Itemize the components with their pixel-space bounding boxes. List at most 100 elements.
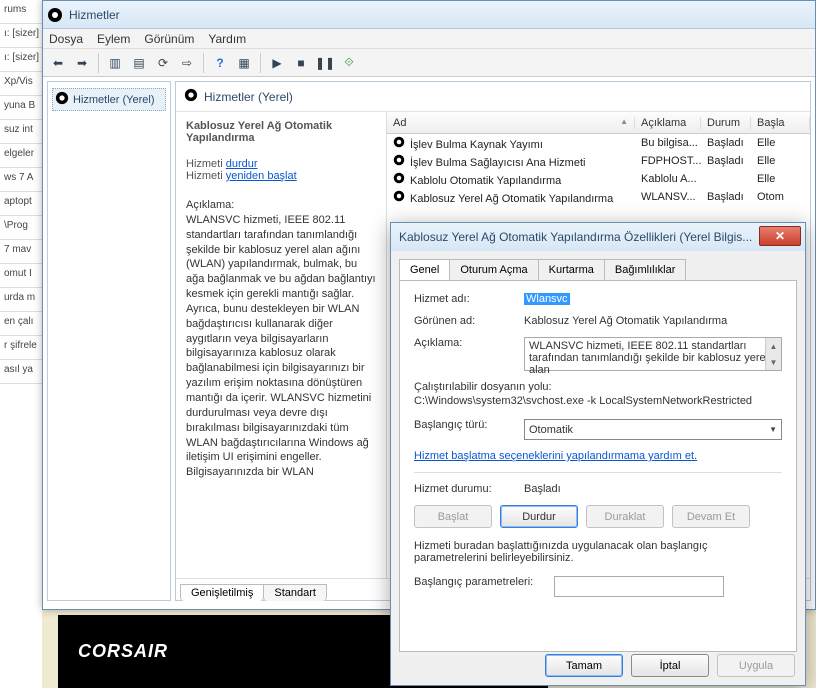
tab-standard[interactable]: Standart <box>263 584 327 601</box>
description-text: WLANSVC hizmeti, IEEE 802.11 standartlar… <box>186 213 376 480</box>
forward-button[interactable]: ➡ <box>71 52 93 74</box>
value-service-status: Başladı <box>524 483 782 495</box>
tab-general[interactable]: Genel <box>399 259 450 280</box>
stop-button[interactable]: ■ <box>290 52 312 74</box>
params-hint: Hizmeti buradan başlattığınızda uygulana… <box>414 540 782 564</box>
bg-link[interactable]: 7 mav <box>0 240 42 264</box>
bg-link[interactable]: urda m <box>0 288 42 312</box>
tab-extended[interactable]: Genişletilmiş <box>180 584 264 601</box>
pause-button[interactable]: ❚❚ <box>314 52 336 74</box>
col-name[interactable]: Ad ▲ <box>387 117 635 129</box>
label-start-params: Başlangıç parametreleri: <box>414 576 554 588</box>
start-params-input[interactable] <box>554 576 724 597</box>
services-app-icon <box>47 7 63 23</box>
label-service-name: Hizmet adı: <box>414 293 524 305</box>
bg-link[interactable]: \Prog <box>0 216 42 240</box>
properties-button[interactable]: ▤ <box>128 52 150 74</box>
dialog-titlebar[interactable]: Kablosuz Yerel Ağ Otomatik Yapılandırma … <box>391 223 805 251</box>
tab-dependencies[interactable]: Bağımlılıklar <box>604 259 687 280</box>
restart-link[interactable]: yeniden başlat <box>226 170 297 182</box>
label-startup-type: Başlangıç türü: <box>414 419 524 431</box>
detail-title: Hizmetler (Yerel) <box>204 90 293 104</box>
help-button[interactable]: ? <box>209 52 231 74</box>
bg-link[interactable]: ı: [sizer] <box>0 24 42 48</box>
bg-link[interactable]: yuna B <box>0 96 42 120</box>
sort-indicator-icon: ▲ <box>620 117 628 126</box>
bg-link[interactable]: en çalı <box>0 312 42 336</box>
gear-icon <box>55 91 69 108</box>
scroll-down-icon[interactable]: ▼ <box>765 354 781 370</box>
description-textarea[interactable]: WLANSVC hizmeti, IEEE 802.11 standartlar… <box>524 337 782 371</box>
services-tree-pane: Hizmetler (Yerel) <box>47 81 171 601</box>
resume-button[interactable]: Devam Et <box>672 505 750 528</box>
tab-recovery[interactable]: Kurtarma <box>538 259 605 280</box>
table-row[interactable]: Kablolu Otomatik YapılandırmaKablolu A..… <box>387 170 810 188</box>
label-display-name: Görünen ad: <box>414 315 524 327</box>
bg-link[interactable]: rums <box>0 0 42 24</box>
value-display-name: Kablosuz Yerel Ağ Otomatik Yapılandırma <box>524 315 782 327</box>
tree-item-local[interactable]: Hizmetler (Yerel) <box>52 88 166 111</box>
menu-help[interactable]: Yardım <box>208 32 246 46</box>
gear-icon <box>393 172 407 186</box>
export-button[interactable]: ⇨ <box>176 52 198 74</box>
tab-panel-general: Hizmet adı: Wlansvc Görünen ad: Kablosuz… <box>399 280 797 652</box>
dialog-footer: Tamam İptal Uygula <box>545 654 795 677</box>
startup-type-select[interactable]: Otomatik ▼ <box>524 419 782 440</box>
menu-action[interactable]: Eylem <box>97 32 130 46</box>
stop-link[interactable]: durdur <box>226 158 258 170</box>
help-link[interactable]: Hizmet başlatma seçeneklerini yapılandır… <box>414 450 697 462</box>
bg-link[interactable]: Xp/Vis <box>0 72 42 96</box>
menu-view[interactable]: Görünüm <box>144 32 194 46</box>
refresh-button[interactable]: ⟳ <box>152 52 174 74</box>
back-button[interactable]: ⬅ <box>47 52 69 74</box>
bg-link[interactable]: elgeler <box>0 144 42 168</box>
label-description: Açıklama: <box>414 337 524 349</box>
play-button[interactable]: ▶ <box>266 52 288 74</box>
close-button[interactable]: ✕ <box>759 226 801 246</box>
start-button[interactable]: Başlat <box>414 505 492 528</box>
bg-link[interactable]: ws 7 A <box>0 168 42 192</box>
col-desc[interactable]: Açıklama <box>635 117 701 129</box>
value-exe-path: C:\Windows\system32\svchost.exe -k Local… <box>414 395 782 407</box>
value-service-name[interactable]: Wlansvc <box>524 293 570 305</box>
label-exe-path: Çalıştırılabilir dosyanın yolu: <box>414 381 782 393</box>
bg-link[interactable]: aptopt <box>0 192 42 216</box>
services-titlebar[interactable]: Hizmetler <box>43 1 815 29</box>
gear-icon <box>393 136 407 150</box>
list-header: Ad ▲ Açıklama Durum Başla <box>387 112 810 134</box>
stop-service-button[interactable]: Durdur <box>500 505 578 528</box>
tree-item-label: Hizmetler (Yerel) <box>73 94 155 106</box>
description-label: Açıklama: <box>186 198 376 213</box>
tab-logon[interactable]: Oturum Açma <box>449 259 538 280</box>
ok-button[interactable]: Tamam <box>545 654 623 677</box>
ad-logo-text: CORSAIR <box>78 641 168 662</box>
services-title-text: Hizmetler <box>69 8 811 22</box>
toolbar-icon[interactable]: ▦ <box>233 52 255 74</box>
bg-link[interactable]: r şifrele <box>0 336 42 360</box>
col-status[interactable]: Durum <box>701 117 751 129</box>
show-hide-tree-button[interactable]: ▥ <box>104 52 126 74</box>
bg-link[interactable]: omut I <box>0 264 42 288</box>
menu-file[interactable]: Dosya <box>49 32 83 46</box>
bg-link[interactable]: suz int <box>0 120 42 144</box>
detail-header: Hizmetler (Yerel) <box>176 82 810 112</box>
background-page: rumsı: [sizer]ı: [sizer]Xp/Visyuna Bsuz … <box>0 0 42 688</box>
table-row[interactable]: Kablosuz Yerel Ağ Otomatik YapılandırmaW… <box>387 188 810 206</box>
dialog-tabs: Genel Oturum Açma Kurtarma Bağımlılıklar <box>391 251 805 280</box>
gear-icon <box>393 190 407 204</box>
apply-button[interactable]: Uygula <box>717 654 795 677</box>
scroll-up-icon[interactable]: ▲ <box>765 338 781 354</box>
table-row[interactable]: İşlev Bulma Kaynak YayımıBu bilgisa...Ba… <box>387 134 810 152</box>
table-row[interactable]: İşlev Bulma Sağlayıcısı Ana HizmetiFDPHO… <box>387 152 810 170</box>
restart-button[interactable]: ⟐ <box>338 52 360 74</box>
pause-service-button[interactable]: Duraklat <box>586 505 664 528</box>
col-startup[interactable]: Başla <box>751 117 810 129</box>
cancel-button[interactable]: İptal <box>631 654 709 677</box>
services-toolbar: ⬅ ➡ ▥ ▤ ⟳ ⇨ ? ▦ ▶ ■ ❚❚ ⟐ <box>43 49 815 77</box>
gear-icon <box>184 88 198 105</box>
service-properties-dialog: Kablosuz Yerel Ağ Otomatik Yapılandırma … <box>390 222 806 686</box>
bg-link[interactable]: ı: [sizer] <box>0 48 42 72</box>
label-service-status: Hizmet durumu: <box>414 483 524 495</box>
bg-link[interactable]: asıl ya <box>0 360 42 384</box>
chevron-down-icon: ▼ <box>769 425 777 434</box>
